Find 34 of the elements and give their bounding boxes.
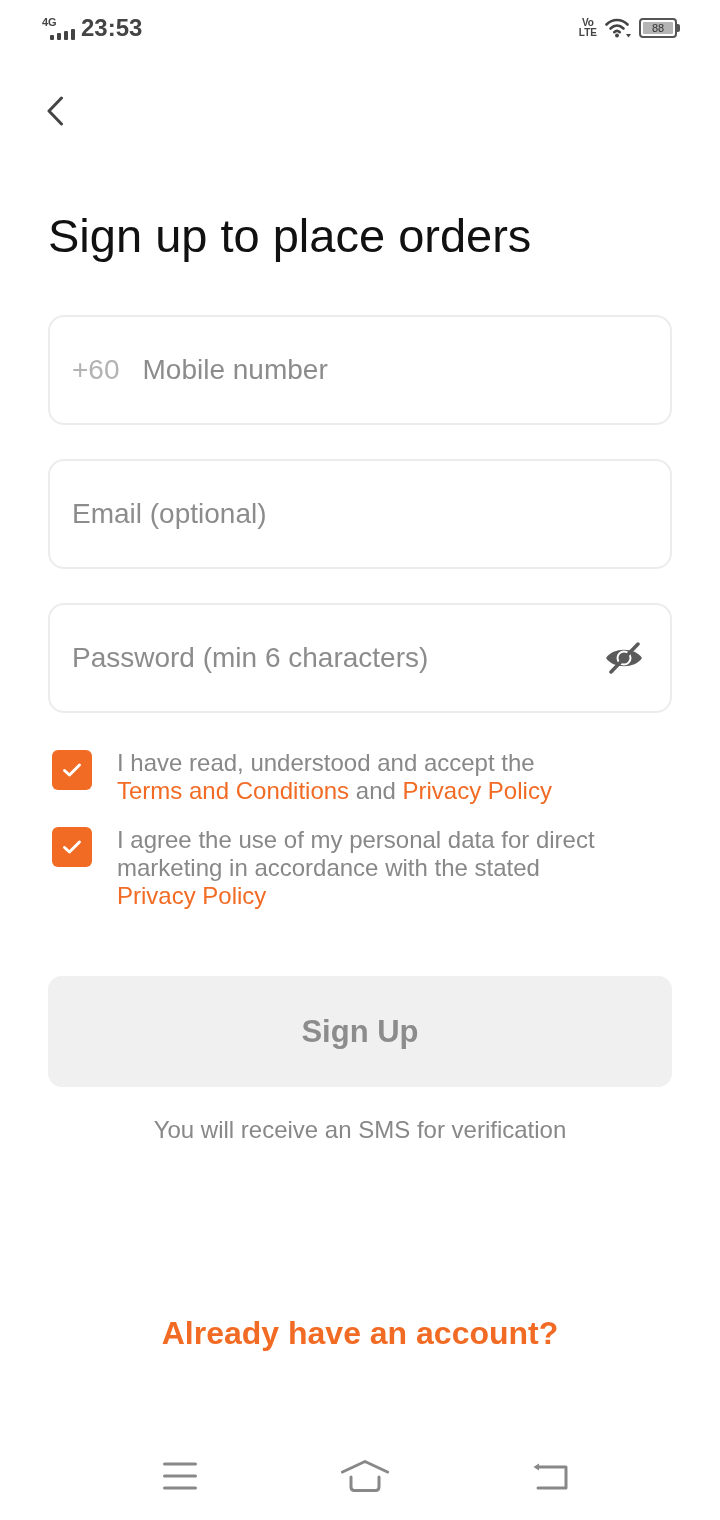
volte-indicator: Vo LTE <box>578 18 597 38</box>
country-code: +60 <box>72 353 120 387</box>
network-type: 4G <box>42 16 57 28</box>
sms-verification-note: You will receive an SMS for verification <box>152 1116 568 1144</box>
home-icon <box>340 1460 389 1492</box>
email-input[interactable]: Email (optional) <box>72 494 644 534</box>
signal-bars-icon <box>50 28 75 40</box>
wifi-icon <box>605 18 631 38</box>
login-link[interactable]: Already have an account? <box>161 1313 559 1353</box>
return-icon <box>532 1462 568 1490</box>
consent-text: I have read, understood and accept the Terms and Conditions and Privacy Policy <box>117 749 553 805</box>
policy-link[interactable]: Privacy Policy <box>402 777 552 804</box>
menu-icon <box>163 1462 197 1490</box>
checkmark-icon <box>62 839 82 855</box>
consent-text: I agree the use of my personal data for direct marketing in accordance with the stated Privacy Policy <box>117 826 596 910</box>
clock-time: 23:53 <box>81 14 143 42</box>
phone-number-field[interactable]: +60 Mobile number <box>48 315 672 425</box>
phone-number-input[interactable]: Mobile number <box>142 350 644 390</box>
email-field[interactable]: Email (optional) <box>48 459 672 569</box>
menu-button[interactable] <box>163 1462 197 1490</box>
battery-indicator: 88 <box>639 18 680 38</box>
eye-off-icon[interactable] <box>604 642 644 674</box>
password-input[interactable]: Password (min 6 characters) <box>72 638 581 678</box>
return-button[interactable] <box>532 1462 568 1490</box>
policy-link[interactable]: Privacy Policy <box>117 882 267 909</box>
page-title: Sign up to place orders <box>48 208 533 264</box>
home-button[interactable] <box>340 1460 389 1492</box>
checkbox[interactable] <box>52 750 92 790</box>
checkbox[interactable] <box>52 827 92 867</box>
policy-link[interactable]: Terms and Conditions <box>117 777 350 804</box>
password-field[interactable]: Password (min 6 characters) <box>48 603 672 713</box>
checkmark-icon <box>62 762 82 778</box>
back-button[interactable] <box>46 96 64 126</box>
back-icon <box>46 96 64 126</box>
